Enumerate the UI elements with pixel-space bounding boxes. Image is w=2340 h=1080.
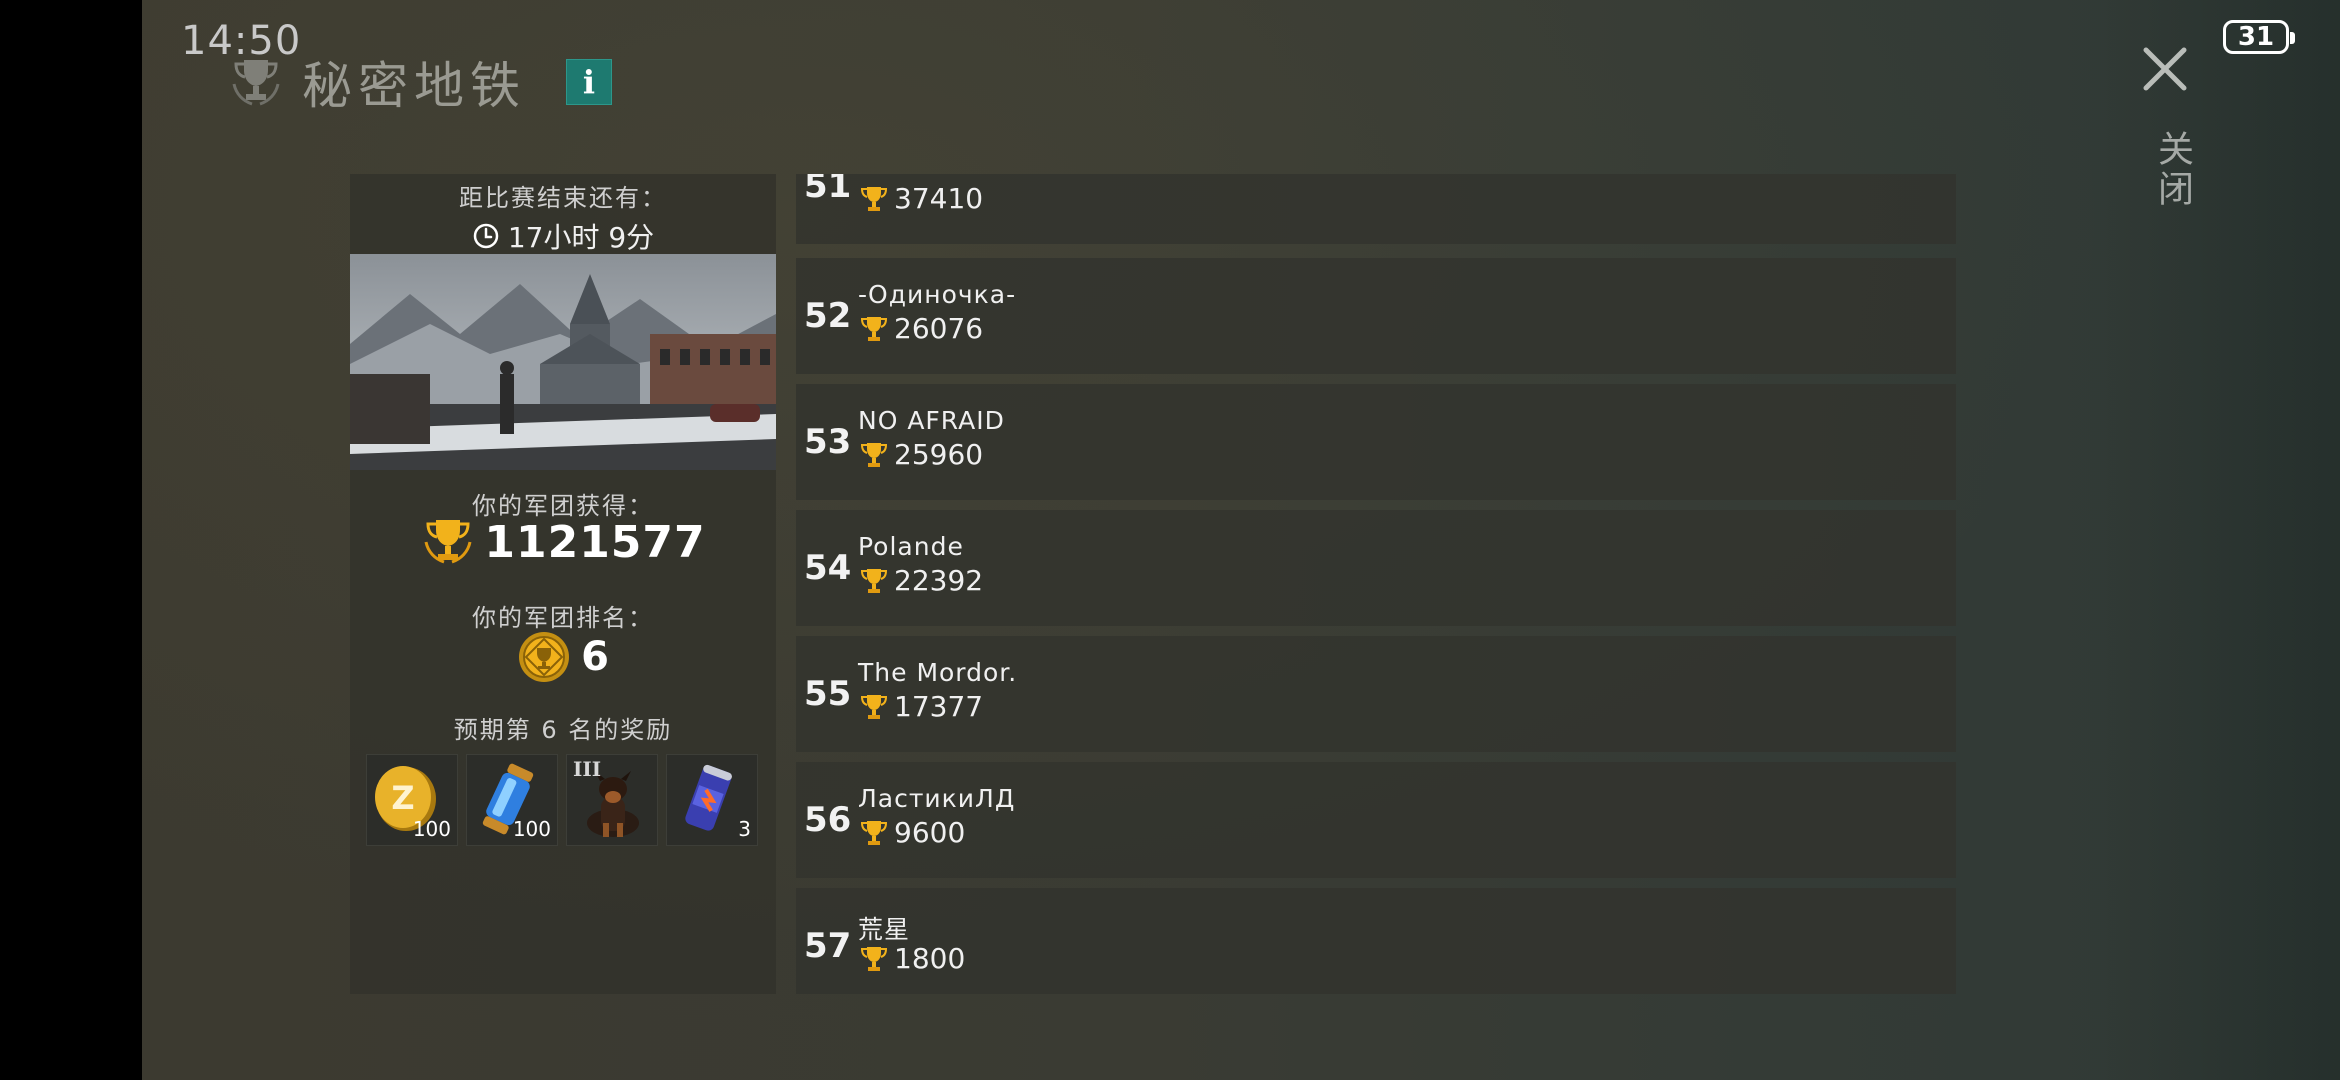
- row-score: 26076: [858, 312, 983, 345]
- leaderboard-row[interactable]: 56 ЛастикиЛД 9600: [796, 762, 1956, 878]
- rewards-list: Z 100 100 III 3: [366, 754, 758, 846]
- row-name: -Одиночка-: [858, 280, 1017, 309]
- trophy-icon: [860, 946, 888, 971]
- row-rank: 52: [804, 296, 852, 336]
- row-rank: 56: [804, 800, 852, 840]
- close-icon[interactable]: [2140, 44, 2190, 94]
- reward-count: 100: [512, 817, 551, 841]
- battery-indicator: 31: [2223, 20, 2295, 54]
- rank-value: 6: [581, 634, 609, 680]
- reward-item[interactable]: 3: [666, 754, 758, 846]
- rank-label: 你的军团排名：: [472, 604, 654, 632]
- trophy-icon: [860, 820, 888, 845]
- clock-icon: [473, 223, 499, 249]
- gold-trophy-icon: [424, 520, 472, 564]
- row-name: NO AFRAID: [858, 406, 1005, 435]
- reward-item[interactable]: 100: [466, 754, 558, 846]
- energy-drink-icon: [685, 764, 732, 831]
- reward-count: 3: [738, 817, 751, 841]
- leaderboard-row[interactable]: 53 NO AFRAID 25960: [796, 384, 1956, 500]
- trophy-icon: [860, 694, 888, 719]
- trophy-icon: [860, 186, 888, 211]
- rank: 6: [350, 630, 776, 684]
- row-score: 9600: [858, 816, 965, 849]
- right-shade: [2100, 0, 2340, 1080]
- earned-points: 1121577: [350, 514, 776, 570]
- row-score-value: 1800: [894, 942, 966, 975]
- leaderboard-row[interactable]: 52 -Одиночка- 26076: [796, 258, 1956, 374]
- leaderboard-row[interactable]: 57 荒星 1800: [796, 888, 1956, 994]
- row-score: 37410: [858, 182, 983, 215]
- row-rank: 53: [804, 422, 852, 462]
- leaderboard-row[interactable]: 54 Polande 22392: [796, 510, 1956, 626]
- countdown: 17小时 9分: [350, 216, 776, 256]
- row-score: 22392: [858, 564, 983, 597]
- svg-text:Z: Z: [391, 779, 414, 817]
- row-score-value: 26076: [894, 312, 984, 345]
- status-time: 14:50: [181, 18, 302, 64]
- row-score-value: 17377: [894, 690, 984, 723]
- row-score: 25960: [858, 438, 983, 471]
- earned-value: 1121577: [484, 516, 706, 568]
- row-rank: 51: [804, 174, 852, 206]
- row-score-value: 25960: [894, 438, 984, 471]
- countdown-label: 距比赛结束还有：: [459, 184, 667, 212]
- close-button-label[interactable]: 关闭: [2146, 130, 2198, 210]
- row-score-value: 9600: [894, 816, 966, 849]
- rewards-label: 预期第 6 名的奖励: [453, 716, 673, 744]
- row-rank: 57: [804, 926, 852, 966]
- trophy-icon: [860, 442, 888, 467]
- reward-item[interactable]: III: [566, 754, 658, 846]
- countdown-value: 17小时 9分: [507, 221, 655, 254]
- reward-tier: III: [573, 757, 602, 781]
- reward-item[interactable]: Z 100: [366, 754, 458, 846]
- trophy-icon: [860, 568, 888, 593]
- row-name: The Mordor.: [858, 658, 1018, 687]
- page-title: 秘密地铁: [302, 57, 526, 115]
- row-name: 荒星: [858, 915, 911, 944]
- trophy-icon: [860, 316, 888, 341]
- leaderboard-row[interactable]: 55 The Mordor. 17377: [796, 636, 1956, 752]
- leaderboard-list[interactable]: 51 37410 52 -Одиночка- 26076 53 NO AFRAI…: [796, 174, 1956, 994]
- row-name: Polande: [858, 532, 964, 561]
- row-score: 17377: [858, 690, 983, 723]
- rank-badge-icon: [519, 632, 570, 682]
- info-button[interactable]: i: [566, 59, 612, 105]
- event-info-panel: 距比赛结束还有： 17小时 9分 你的军团获得： 1121577 你的军团排名：…: [350, 174, 776, 994]
- row-name: ЛастикиЛД: [858, 784, 1016, 813]
- row-rank: 55: [804, 674, 852, 714]
- row-score: 1800: [858, 942, 965, 975]
- row-score-value: 37410: [894, 182, 984, 215]
- leaderboard-row[interactable]: 51 37410: [796, 174, 1956, 244]
- event-banner-image: [350, 254, 776, 470]
- reward-count: 100: [412, 817, 451, 841]
- row-rank: 54: [804, 548, 852, 588]
- row-score-value: 22392: [894, 564, 984, 597]
